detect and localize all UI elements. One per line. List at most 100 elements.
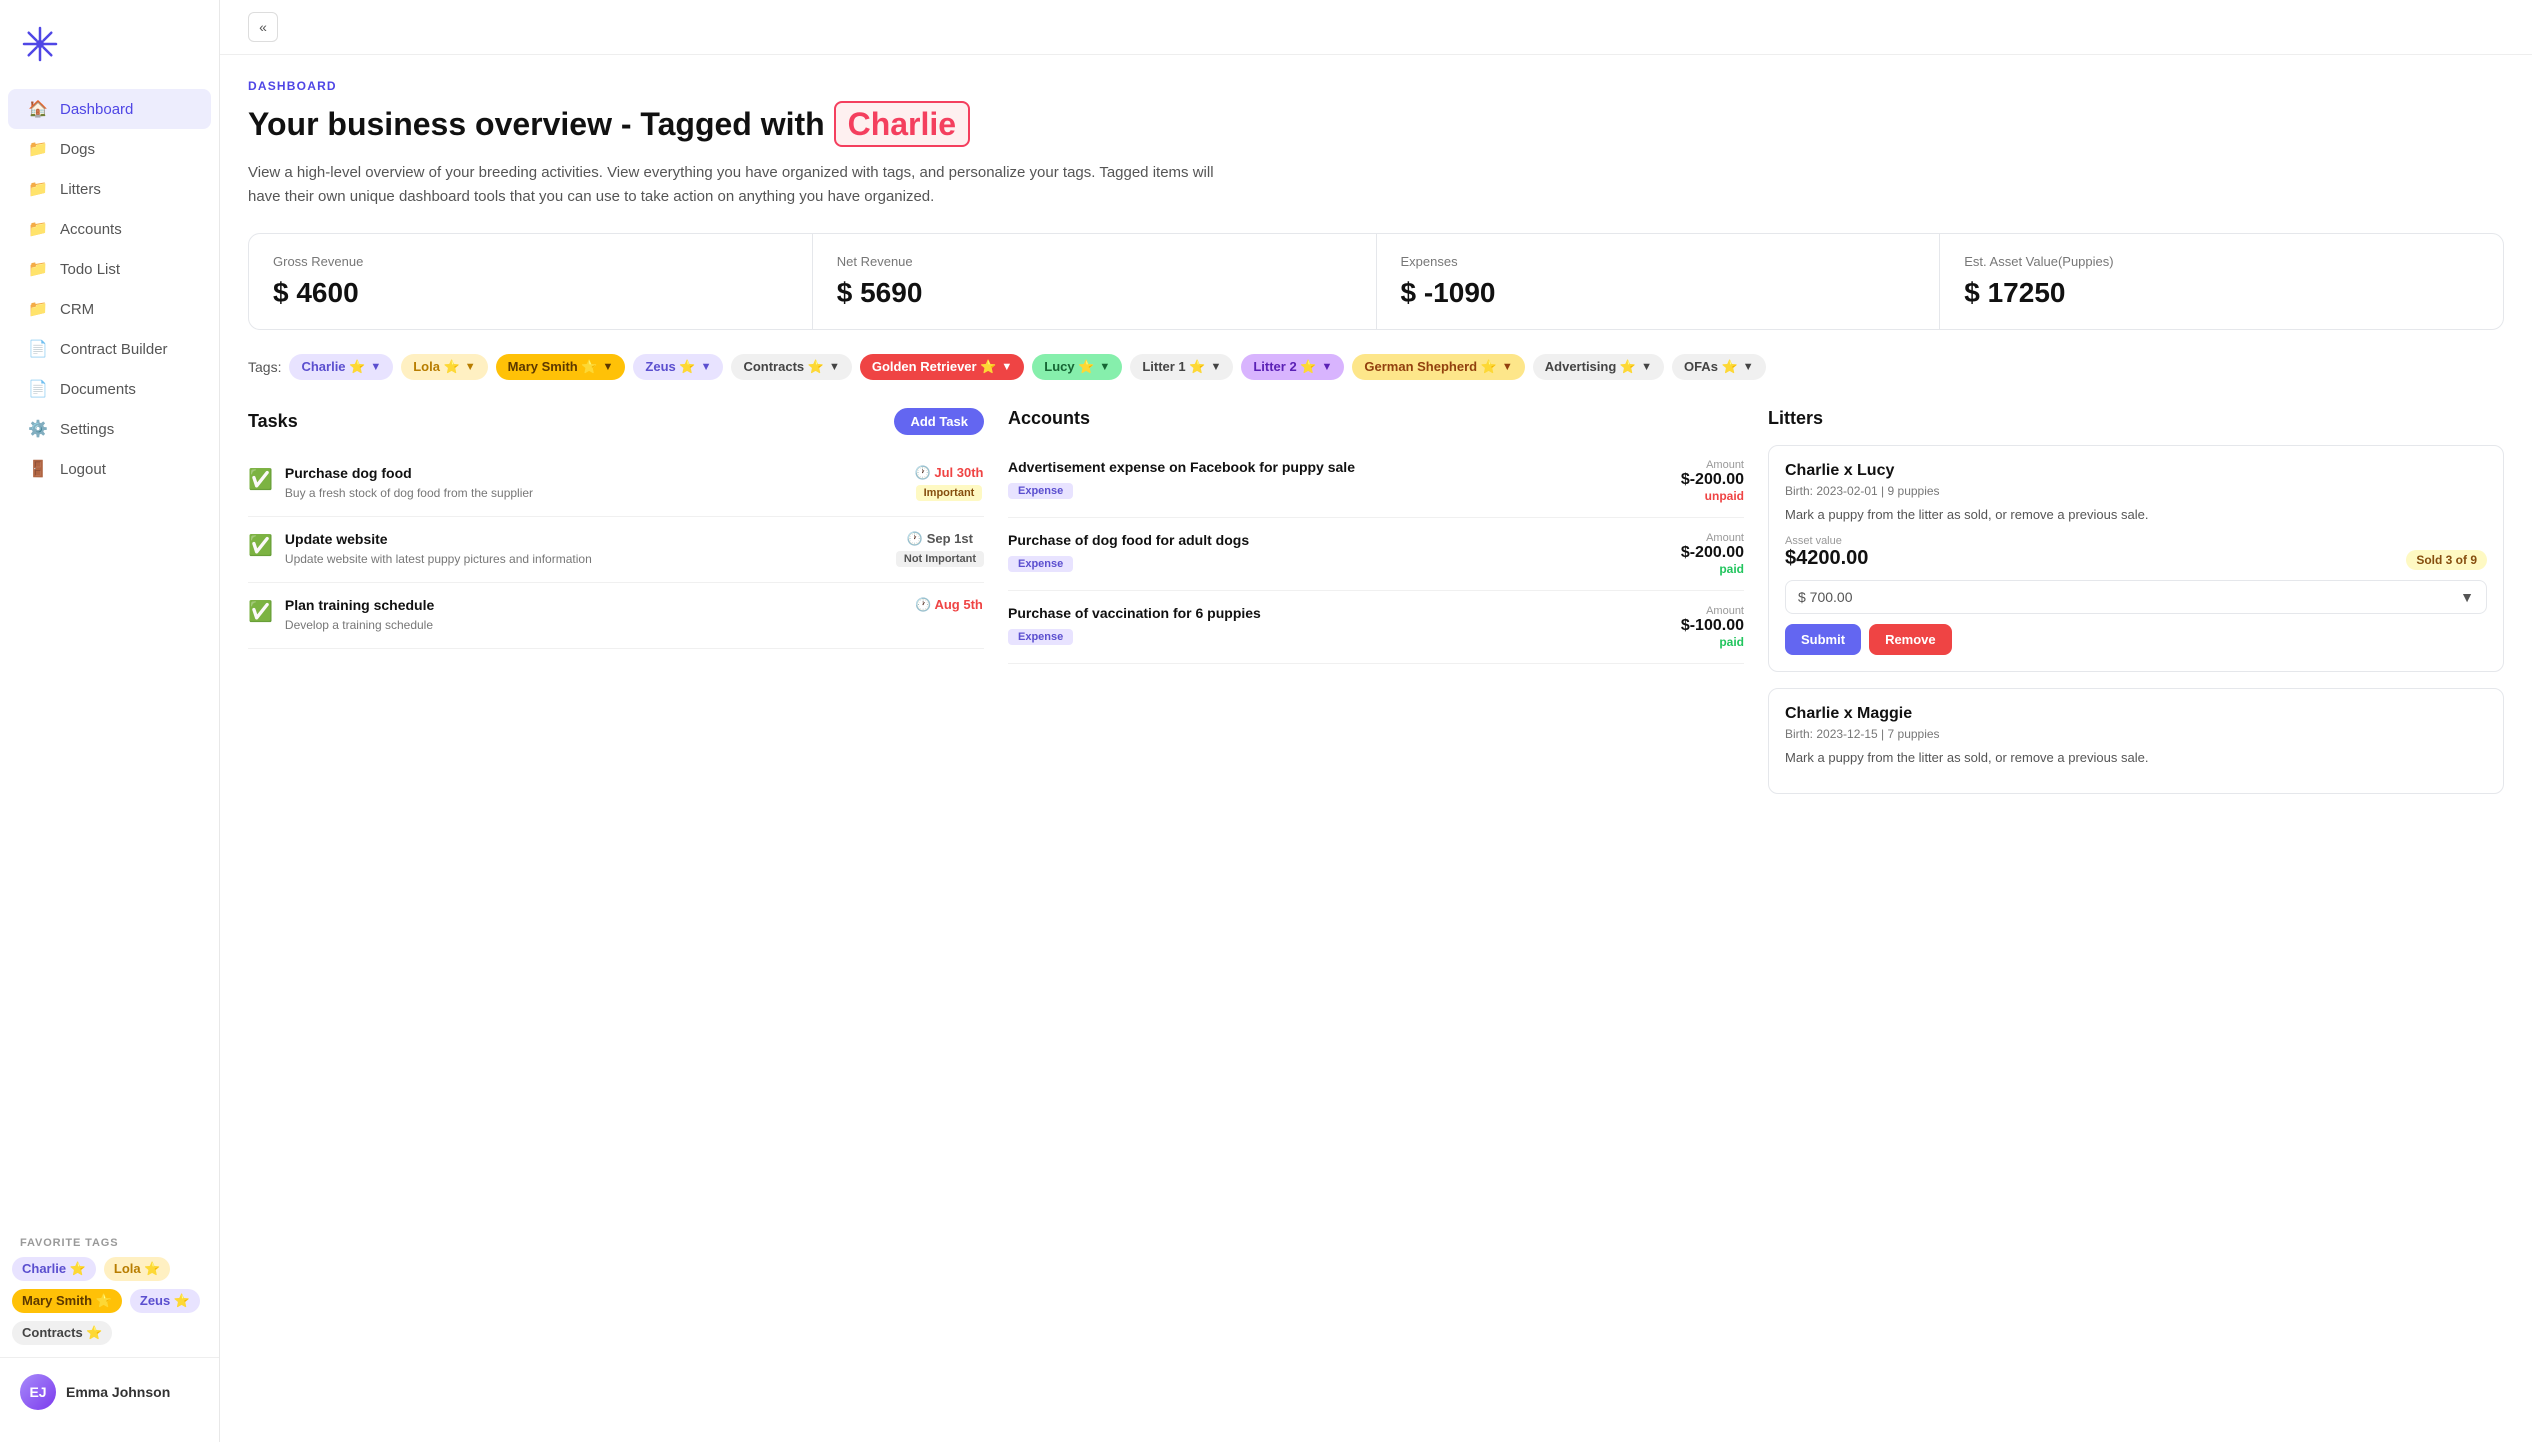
litters-column: Litters Charlie x Lucy Birth: 2023-02-01…	[1768, 408, 2504, 809]
topbar: «	[220, 0, 2532, 55]
fav-tag-lola[interactable]: Lola ⭐	[104, 1257, 171, 1281]
sidebar-item-label: Dashboard	[60, 101, 133, 118]
avatar-initials: EJ	[29, 1384, 46, 1400]
folder-icon: 📁	[28, 139, 48, 159]
tag-lucy[interactable]: Lucy ⭐ ▼	[1032, 354, 1122, 380]
logout-icon: 🚪	[28, 459, 48, 479]
fav-tag-contracts[interactable]: Contracts ⭐	[12, 1321, 112, 1345]
sidebar-item-label: Accounts	[60, 221, 122, 238]
account-amount: Amount $-200.00 paid	[1681, 532, 1744, 576]
fav-tag-charlie[interactable]: Charlie ⭐	[12, 1257, 96, 1281]
add-task-button[interactable]: Add Task	[894, 408, 984, 435]
fav-tag-marysmith[interactable]: Mary Smith ⭐	[12, 1289, 122, 1313]
tag-litter2[interactable]: Litter 2 ⭐ ▼	[1241, 354, 1344, 380]
gear-icon: ⚙️	[28, 419, 48, 439]
litters-header: Litters	[1768, 408, 2504, 429]
task-check-icon: ✅	[248, 467, 273, 492]
litter-price-input[interactable]: $ 700.00 ▼	[1785, 580, 2487, 614]
sidebar-item-todo[interactable]: 📁 Todo List	[8, 249, 211, 289]
stat-gross-revenue: Gross Revenue $ 4600	[249, 234, 813, 329]
tag-goldenretriever[interactable]: Golden Retriever ⭐ ▼	[860, 354, 1024, 380]
stat-label: Gross Revenue	[273, 254, 788, 269]
sidebar-item-label: Dogs	[60, 141, 95, 158]
task-info: Plan training schedule Develop a trainin…	[285, 597, 902, 634]
sidebar-item-label: CRM	[60, 301, 94, 318]
sidebar-item-dashboard[interactable]: 🏠 Dashboard	[8, 89, 211, 129]
account-info: Purchase of vaccination for 6 puppies Ex…	[1008, 605, 1681, 645]
litter-card: Charlie x Lucy Birth: 2023-02-01 | 9 pup…	[1768, 445, 2504, 671]
account-badge: Expense	[1008, 483, 1073, 499]
accounts-column: Accounts Advertisement expense on Facebo…	[1008, 408, 1744, 809]
litter-card: Charlie x Maggie Birth: 2023-12-15 | 7 p…	[1768, 688, 2504, 794]
litter-input-value: $ 700.00	[1798, 589, 1853, 605]
asset-value: $4200.00	[1785, 547, 1868, 570]
task-item: ✅ Plan training schedule Develop a train…	[248, 583, 984, 649]
tag-zeus[interactable]: Zeus ⭐ ▼	[633, 354, 723, 380]
stat-label: Est. Asset Value(Puppies)	[1964, 254, 2479, 269]
fav-tag-zeus[interactable]: Zeus ⭐	[130, 1289, 200, 1313]
tag-charlie[interactable]: Charlie ⭐ ▼	[289, 354, 393, 380]
stat-expenses: Expenses $ -1090	[1377, 234, 1941, 329]
litter-asset-value-block: Asset value $4200.00	[1785, 535, 1868, 570]
page-title-tag: Charlie	[834, 101, 970, 147]
sidebar-item-crm[interactable]: 📁 CRM	[8, 289, 211, 329]
tag-litter1[interactable]: Litter 1 ⭐ ▼	[1130, 354, 1233, 380]
sidebar-item-accounts[interactable]: 📁 Accounts	[8, 209, 211, 249]
account-title: Purchase of vaccination for 6 puppies	[1008, 605, 1681, 621]
litter-meta: Birth: 2023-12-15 | 7 puppies	[1785, 727, 2487, 741]
accounts-title: Accounts	[1008, 408, 1090, 429]
account-item: Advertisement expense on Facebook for pu…	[1008, 445, 1744, 518]
task-info: Update website Update website with lates…	[285, 531, 884, 568]
sidebar: 🏠 Dashboard 📁 Dogs 📁 Litters 📁 Accounts …	[0, 0, 220, 1442]
task-date-col: 🕐 Sep 1st Not Important	[896, 531, 984, 567]
litters-title: Litters	[1768, 408, 1823, 429]
main-content: « DASHBOARD Your business overview - Tag…	[220, 0, 2532, 1442]
sidebar-item-dogs[interactable]: 📁 Dogs	[8, 129, 211, 169]
favorite-tags-list: Charlie ⭐ Lola ⭐ Mary Smith ⭐ Zeus ⭐ Con…	[0, 1257, 219, 1345]
stat-value: $ 4600	[273, 277, 788, 309]
tasks-title: Tasks	[248, 411, 298, 432]
litter-input-row: $ 700.00 ▼	[1785, 580, 2487, 614]
tag-advertising[interactable]: Advertising ⭐ ▼	[1533, 354, 1664, 380]
collapse-sidebar-button[interactable]: «	[248, 12, 278, 42]
amount-label: Amount	[1681, 532, 1744, 544]
tag-marysmith[interactable]: Mary Smith ⭐ ▼	[496, 354, 626, 380]
tag-contracts[interactable]: Contracts ⭐ ▼	[731, 354, 851, 380]
sidebar-footer: EJ Emma Johnson	[0, 1357, 219, 1426]
sidebar-item-litters[interactable]: 📁 Litters	[8, 169, 211, 209]
sidebar-item-documents[interactable]: 📄 Documents	[8, 369, 211, 409]
task-description: Buy a fresh stock of dog food from the s…	[285, 485, 902, 502]
litter-actions: Submit Remove	[1785, 624, 2487, 655]
litter-title: Charlie x Lucy	[1785, 462, 2487, 480]
asset-label: Asset value	[1785, 535, 1868, 547]
accounts-header: Accounts	[1008, 408, 1744, 429]
task-item: ✅ Update website Update website with lat…	[248, 517, 984, 583]
stat-net-revenue: Net Revenue $ 5690	[813, 234, 1377, 329]
favorite-tags-label: FAVORITE TAGS	[0, 1221, 219, 1257]
amount-status: paid	[1681, 562, 1744, 576]
avatar: EJ	[20, 1374, 56, 1410]
submit-button[interactable]: Submit	[1785, 624, 1861, 655]
task-date-col: 🕐 Aug 5th	[914, 597, 984, 613]
tasks-header: Tasks Add Task	[248, 408, 984, 435]
sidebar-item-contract-builder[interactable]: 📄 Contract Builder	[8, 329, 211, 369]
tag-germanshepherd[interactable]: German Shepherd ⭐ ▼	[1352, 354, 1524, 380]
amount-label: Amount	[1681, 459, 1744, 471]
tag-lola[interactable]: Lola ⭐ ▼	[401, 354, 487, 380]
litter-meta: Birth: 2023-02-01 | 9 puppies	[1785, 484, 2487, 498]
task-title: Purchase dog food	[285, 465, 902, 481]
sidebar-item-logout[interactable]: 🚪 Logout	[8, 449, 211, 489]
section-label: DASHBOARD	[248, 79, 2504, 93]
folder-icon: 📁	[28, 179, 48, 199]
task-date: 🕐 Sep 1st	[896, 531, 984, 547]
remove-button[interactable]: Remove	[1869, 624, 1952, 655]
task-title: Update website	[285, 531, 884, 547]
tag-ofas[interactable]: OFAs ⭐ ▼	[1672, 354, 1766, 380]
stat-label: Net Revenue	[837, 254, 1352, 269]
folder-icon: 📁	[28, 219, 48, 239]
task-title: Plan training schedule	[285, 597, 902, 613]
user-name: Emma Johnson	[66, 1384, 170, 1400]
stat-value: $ 17250	[1964, 277, 2479, 309]
sidebar-item-label: Contract Builder	[60, 341, 168, 358]
sidebar-item-settings[interactable]: ⚙️ Settings	[8, 409, 211, 449]
